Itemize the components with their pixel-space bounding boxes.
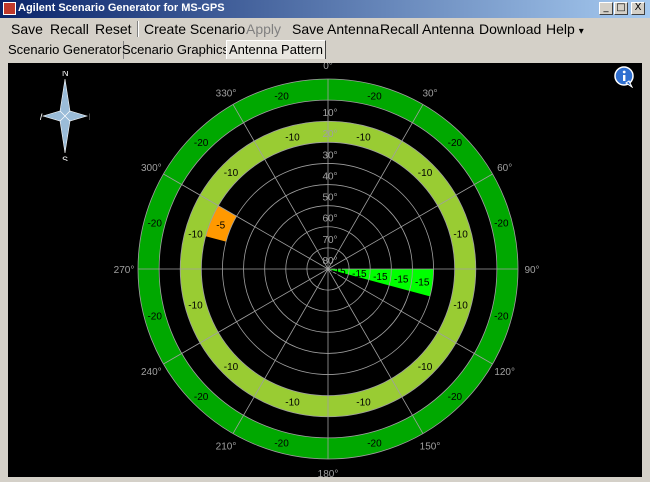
menu-reset[interactable]: Reset bbox=[95, 21, 132, 37]
pattern-value-label: -10 bbox=[356, 132, 371, 143]
pattern-value-label: -15 bbox=[415, 277, 430, 288]
elevation-label: 80° bbox=[322, 256, 337, 267]
pattern-value-label: -15 bbox=[373, 272, 388, 283]
azimuth-label: 270° bbox=[114, 265, 135, 276]
pattern-value-label: -10 bbox=[224, 168, 239, 179]
info-icon[interactable] bbox=[614, 66, 636, 88]
pattern-value-label: -20 bbox=[274, 92, 289, 103]
elevation-label: 70° bbox=[322, 235, 337, 246]
pattern-value-label: -20 bbox=[274, 438, 289, 449]
close-button[interactable]: X bbox=[631, 2, 645, 15]
pattern-value-label: -20 bbox=[194, 392, 209, 403]
pattern-value-label: -20 bbox=[494, 219, 509, 230]
menu-recall-antenna[interactable]: Recall Antenna bbox=[380, 21, 474, 37]
azimuth-label: 180° bbox=[318, 469, 339, 477]
pattern-value-label: -10 bbox=[285, 398, 300, 409]
menu-help-label: Help bbox=[546, 21, 575, 37]
antenna-pattern-plot[interactable]: -20 -20 -20 -20 -20 -20 -20 -20 -20 -20 -20 -20 -10 -… bbox=[8, 63, 642, 477]
antenna-pattern-panel: -20 -20 -20 -20 -20 -20 -20 -20 -20 -20 -20 -20 -10 -… bbox=[8, 63, 642, 477]
azimuth-label: 330° bbox=[216, 88, 237, 99]
azimuth-label: 60° bbox=[497, 163, 512, 174]
pattern-value-label: -20 bbox=[147, 219, 162, 230]
tab-scenario-graphics[interactable]: Scenario Graphics bbox=[120, 41, 232, 59]
menu-download[interactable]: Download bbox=[479, 21, 541, 37]
menu-recall[interactable]: Recall bbox=[50, 21, 89, 37]
elevation-label: 30° bbox=[322, 150, 337, 161]
pattern-value-label: -10 bbox=[453, 301, 468, 312]
tab-scenario-generator[interactable]: Scenario Generator bbox=[6, 41, 125, 59]
pattern-value-label: -10 bbox=[356, 398, 371, 409]
pattern-value-label: -10 bbox=[224, 362, 239, 373]
azimuth-label: 90° bbox=[524, 265, 539, 276]
azimuth-label: 0° bbox=[323, 63, 333, 72]
pattern-value-label: -10 bbox=[418, 168, 433, 179]
pattern-value-label: -10 bbox=[453, 229, 468, 240]
menu-help[interactable]: Help ▾ bbox=[546, 21, 584, 37]
elevation-label: 20° bbox=[322, 129, 337, 140]
pattern-value-label: -10 bbox=[418, 362, 433, 373]
pattern-value-label: -10 bbox=[285, 132, 300, 143]
pattern-value-label: -10 bbox=[188, 301, 203, 312]
pattern-value-label: -20 bbox=[448, 392, 463, 403]
window-title: Agilent Scenario Generator for MS-GPS bbox=[18, 2, 225, 14]
pattern-value-label: -20 bbox=[448, 138, 463, 149]
compass-e: E bbox=[89, 112, 90, 122]
compass-rose: N S W E bbox=[40, 71, 90, 161]
maximize-button[interactable]: □ bbox=[614, 2, 628, 15]
azimuth-label: 150° bbox=[420, 442, 441, 453]
pattern-value-label: -15 bbox=[394, 275, 409, 286]
pattern-value-label: -20 bbox=[194, 138, 209, 149]
minimize-button[interactable]: _ bbox=[599, 2, 613, 15]
pattern-value-label: -20 bbox=[367, 92, 382, 103]
compass-n: N bbox=[62, 71, 69, 78]
menu-save-antenna[interactable]: Save Antenna bbox=[292, 21, 379, 37]
azimuth-label: 240° bbox=[141, 367, 162, 378]
title-bar: Agilent Scenario Generator for MS-GPS _ … bbox=[0, 0, 650, 18]
azimuth-label: 300° bbox=[141, 163, 162, 174]
azimuth-label: 210° bbox=[216, 442, 237, 453]
azimuth-label: 120° bbox=[494, 367, 515, 378]
compass-w: W bbox=[40, 112, 43, 122]
menu-create-scenario[interactable]: Create Scenario bbox=[144, 21, 245, 37]
chevron-down-icon: ▾ bbox=[578, 26, 584, 37]
app-icon bbox=[3, 2, 16, 15]
tab-antenna-pattern[interactable]: Antenna Pattern bbox=[226, 40, 326, 59]
elevation-label: 40° bbox=[322, 171, 337, 182]
pattern-value-label: -20 bbox=[367, 438, 382, 449]
elevation-label: 60° bbox=[322, 214, 337, 225]
pattern-value-label: -10 bbox=[188, 229, 203, 240]
elevation-label: 10° bbox=[322, 108, 337, 119]
pattern-value-label: -20 bbox=[147, 311, 162, 322]
menu-save[interactable]: Save bbox=[11, 21, 43, 37]
compass-s: S bbox=[62, 155, 68, 161]
menu-separator bbox=[137, 21, 139, 37]
azimuth-label: 30° bbox=[422, 88, 437, 99]
elevation-label: 50° bbox=[322, 193, 337, 204]
pattern-value-label: -5 bbox=[216, 221, 225, 232]
menu-bar: Save Recall Reset Create Scenario Apply … bbox=[0, 18, 650, 40]
pattern-value-label: -15 bbox=[352, 269, 367, 280]
pattern-value-label: -20 bbox=[494, 311, 509, 322]
pattern-value-label: -15 bbox=[331, 266, 346, 277]
tab-bar: Scenario Generator Scenario Graphics Ant… bbox=[0, 40, 650, 60]
menu-apply: Apply bbox=[246, 21, 282, 37]
